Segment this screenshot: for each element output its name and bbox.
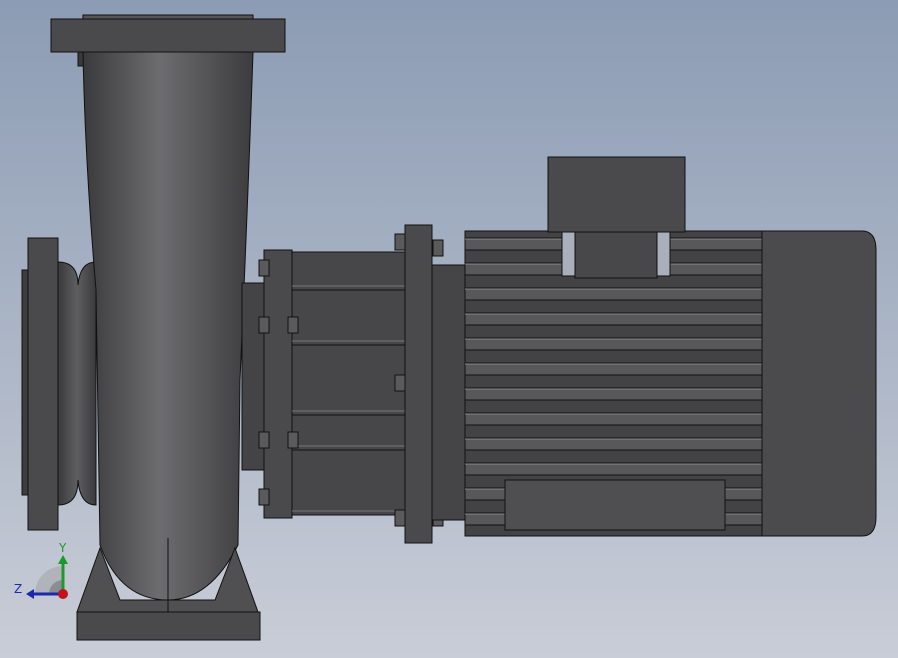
bolt-head xyxy=(258,488,270,506)
bolt-head xyxy=(394,509,406,527)
pump-volute xyxy=(82,51,254,601)
view-triad[interactable]: Y Z xyxy=(14,541,68,599)
bolt-head xyxy=(258,431,270,449)
rear-flange xyxy=(263,249,293,519)
x-axis-dot xyxy=(58,589,68,599)
lantern-rib xyxy=(291,289,406,346)
inlet-flange-ring xyxy=(27,237,59,531)
cooling-fin xyxy=(464,362,763,376)
lantern-ribs xyxy=(291,251,406,516)
lantern-rib xyxy=(291,344,406,416)
terminal-gap xyxy=(561,231,576,277)
pump-model[interactable] xyxy=(21,14,877,641)
bolt-head xyxy=(432,239,444,257)
terminal-box-base xyxy=(574,231,658,279)
cooling-fin xyxy=(464,337,763,351)
bolt-head xyxy=(258,316,270,334)
z-axis-head xyxy=(26,589,34,599)
bolt-head xyxy=(287,431,299,449)
terminal-box xyxy=(547,156,686,233)
y-axis-label: Y xyxy=(58,541,67,555)
nameplate-box xyxy=(504,479,726,531)
cooling-fin xyxy=(464,412,763,426)
bolt-head xyxy=(394,233,406,251)
motor-end-cap xyxy=(761,230,877,537)
outlet-flange xyxy=(50,18,286,53)
cooling-fin xyxy=(464,387,763,401)
cooling-fin xyxy=(464,437,763,451)
z-axis-label: Z xyxy=(14,582,22,596)
terminal-gap xyxy=(656,231,671,277)
cooling-fin xyxy=(464,312,763,326)
pump-base xyxy=(76,611,261,641)
bolt-head xyxy=(258,259,270,277)
cad-viewport[interactable]: Y Z xyxy=(0,0,898,658)
lantern-rib xyxy=(291,414,406,451)
bolt-head xyxy=(394,374,406,392)
lantern-rib xyxy=(291,449,406,516)
inlet-neck xyxy=(57,261,97,506)
y-axis-head xyxy=(58,555,68,564)
coupling xyxy=(431,264,467,521)
cooling-fin xyxy=(464,462,763,476)
cooling-fin xyxy=(464,287,763,301)
front-flange xyxy=(404,224,433,544)
bolt-head xyxy=(287,316,299,334)
lantern-rib xyxy=(291,251,406,291)
